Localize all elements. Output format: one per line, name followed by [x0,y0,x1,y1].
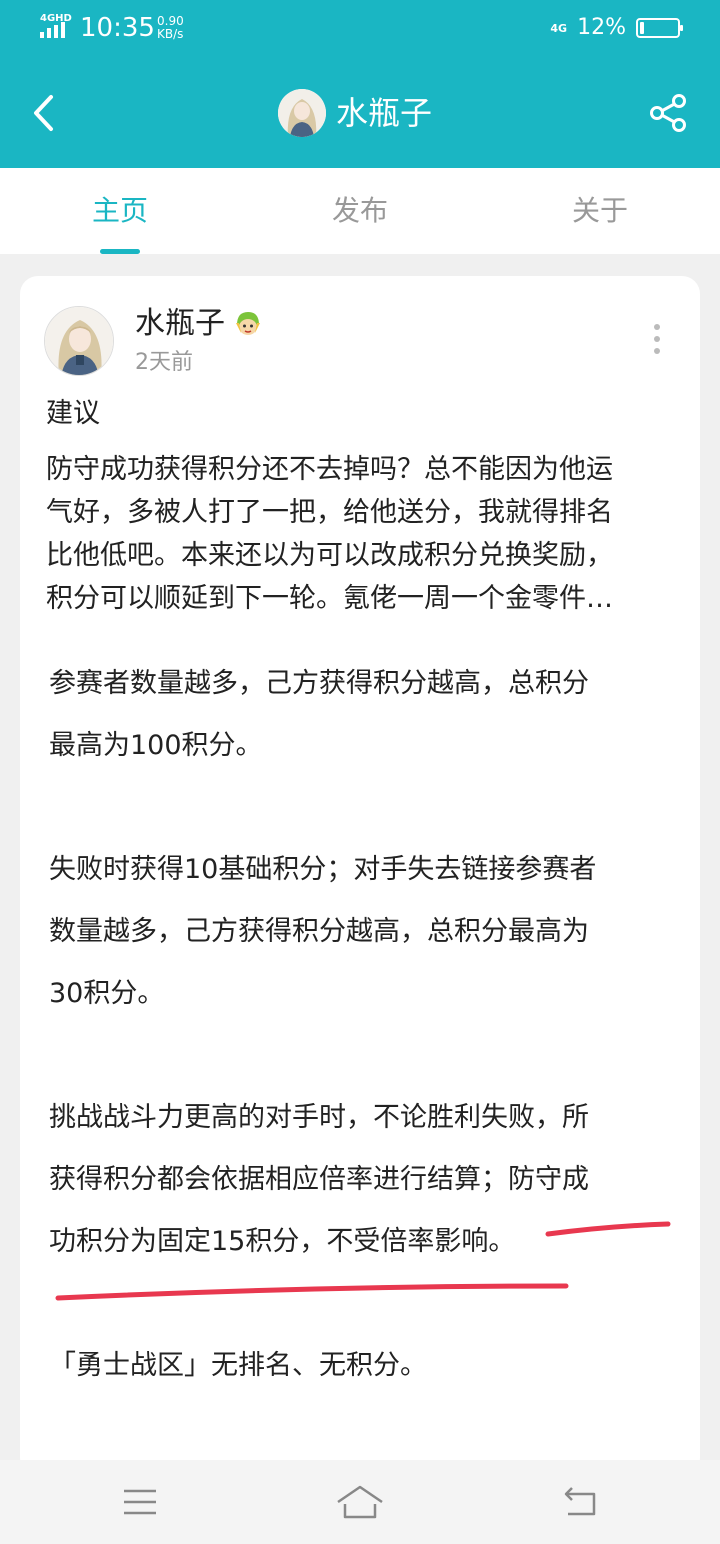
signal-icon: 4GHD [40,13,72,40]
post-body: 防守成功获得积分还不去掉吗？总不能因为他运 气好，多被人打了一把，给他送分，我就… [46,448,678,620]
share-icon [650,94,686,132]
post-body-line: 比他低吧。本来还以为可以改成积分兑换奖励， [46,540,613,571]
content-paragraph: 挑战战斗力更高的对手时，不论胜利失败，所 获得积分都会依据相应倍率进行结算；防守… [49,1087,669,1273]
status-right: 4G 12% [550,14,683,42]
system-nav-bar [0,1460,720,1544]
header-title-group: 水瓶子 [278,88,432,138]
more-options-button[interactable] [650,324,664,358]
content-line: 失败时获得10基础积分；对手失去链接参赛者 [49,854,597,885]
tab-posts[interactable]: 发布 [300,168,420,254]
share-button[interactable] [646,88,690,138]
content-line: 参赛者数量越多，己方获得积分越高，总积分 [49,668,589,699]
content-line: 数量越多，己方获得积分越高，总积分最高为 [49,916,589,947]
header-avatar[interactable] [278,89,326,137]
battery-icon [636,18,683,38]
content-line: 功积分为固定15积分，不受倍率影响。 [49,1226,516,1257]
app-header: 水瓶子 [0,58,720,168]
content-paragraph: 「勇士战区」无排名、无积分。 [49,1335,669,1397]
content-paragraph: 失败时获得10基础积分；对手失去链接参赛者 数量越多，己方获得积分越高，总积分最… [49,839,669,1025]
home-icon [337,1485,383,1519]
badge-icon [236,312,260,335]
tab-label: 关于 [571,194,628,227]
network-type-right: 4G [550,21,568,35]
post-time: 2天前 [135,350,193,375]
author-name-row: 水瓶子 [135,304,263,344]
active-tab-indicator [100,249,140,254]
status-bar: 4GHD 10:35 0.90 KB/s 4G 12% [0,0,720,58]
tab-label: 主页 [91,194,148,227]
network-label: 4GHD [40,13,72,24]
post-title: 建议 [46,398,100,429]
tab-home[interactable]: 主页 [60,168,180,254]
content-line: 30积分。 [49,978,165,1009]
more-vertical-icon [654,324,660,330]
author-avatar[interactable] [44,306,114,376]
header-title: 水瓶子 [336,94,433,132]
menu-button[interactable] [110,1472,170,1532]
return-icon [564,1487,596,1516]
author-name[interactable]: 水瓶子 [135,304,225,344]
content-line: 挑战战斗力更高的对手时，不论胜利失败，所 [49,1102,589,1133]
battery-percent: 12% [577,15,626,40]
tab-about[interactable]: 关于 [540,168,660,254]
post-card[interactable]: 水瓶子 2天前 建议 防守成功获得积分还不去掉吗？总不能因为他运 气好，多被人打… [20,276,700,1476]
screenshot-content: 参赛者数量越多，己方获得积分越高，总积分 最高为100积分。 失败时获得10基础… [49,653,669,1459]
content-line: 最高为100积分。 [49,730,263,761]
network-speed: 0.90 KB/s [157,15,184,41]
clock: 10:35 [80,13,155,43]
tab-bar: 主页 发布 关于 [0,168,720,254]
content-line: 「勇士战区」无排名、无积分。 [49,1350,427,1381]
speed-unit: KB/s [157,27,184,41]
post-body-line: 积分可以顺延到下一轮。氪佬一周一个金零件… [46,583,613,614]
return-button[interactable] [550,1472,610,1532]
back-button[interactable] [22,88,66,138]
post-body-line: 气好，多被人打了一把，给他送分，我就得排名 [46,497,613,528]
content-line: 获得积分都会依据相应倍率进行结算；防守成 [49,1164,589,1195]
post-body-line: 防守成功获得积分还不去掉吗？总不能因为他运 [46,454,613,485]
tab-label: 发布 [331,194,388,227]
menu-icon [124,1489,156,1515]
back-arrow-icon [34,95,53,131]
content-paragraph: 参赛者数量越多，己方获得积分越高，总积分 最高为100积分。 [49,653,669,777]
home-button[interactable] [330,1472,390,1532]
